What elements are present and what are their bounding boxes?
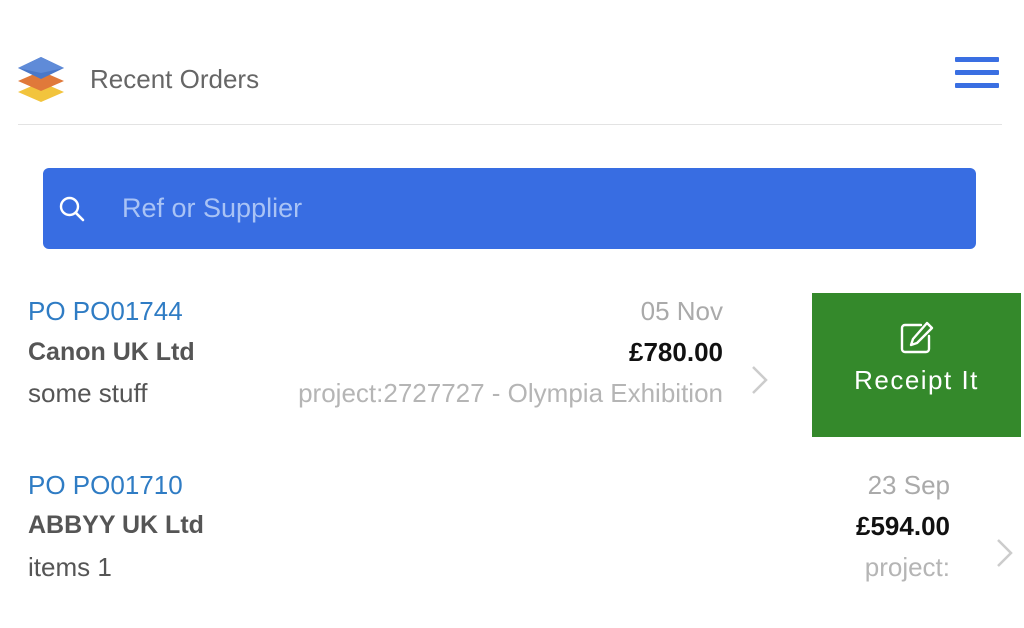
app-header: Recent Orders [0, 0, 1024, 125]
receipt-it-label: Receipt It [854, 365, 979, 395]
order-project: project: [864, 552, 950, 582]
app-logo-icon [18, 57, 64, 102]
order-ref[interactable]: PO PO01710 [28, 470, 183, 501]
order-description: items 1 [28, 552, 112, 582]
order-row[interactable]: PO PO01710 ABBYY UK Ltd items 1 23 Sep £… [0, 465, 1024, 615]
hamburger-menu-icon[interactable] [953, 55, 1001, 91]
chevron-right-icon[interactable] [749, 364, 771, 396]
edit-icon [900, 321, 934, 354]
page-title: Recent Orders [90, 64, 260, 94]
search-input[interactable] [122, 186, 942, 230]
order-description: some stuff [28, 378, 148, 408]
receipt-it-button[interactable]: Receipt It [812, 293, 1021, 437]
order-date: 05 Nov [640, 296, 723, 326]
order-amount: £780.00 [629, 337, 723, 367]
search-icon [59, 196, 85, 222]
order-supplier: ABBYY UK Ltd [28, 511, 204, 539]
order-supplier: Canon UK Ltd [28, 338, 195, 366]
order-amount: £594.00 [856, 511, 950, 541]
order-ref[interactable]: PO PO01744 [28, 296, 183, 327]
order-project: project:2727727 - Olympia Exhibition [298, 378, 723, 408]
header-divider [18, 124, 1002, 125]
chevron-right-icon[interactable] [994, 537, 1016, 569]
order-date: 23 Sep [867, 470, 950, 500]
